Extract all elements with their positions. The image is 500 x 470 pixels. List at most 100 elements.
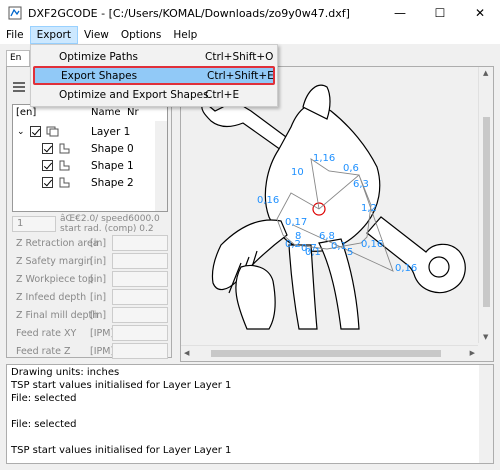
param-row: Feed rate Z [IPM] — [12, 342, 168, 360]
app-icon — [8, 6, 22, 20]
tree-row-shape[interactable]: Shape 0 — [17, 140, 167, 157]
scroll-right-icon[interactable]: ▶ — [470, 349, 475, 357]
z-safety-field[interactable] — [112, 253, 168, 269]
path-label: 0,1 — [331, 241, 347, 252]
path-label: 1,16 — [313, 153, 335, 164]
shape-checkbox[interactable] — [42, 160, 53, 171]
window-title: DXF2GCODE - [C:/Users/KOMAL/Downloads/zo… — [28, 6, 350, 20]
menu-optimize-paths[interactable]: Optimize Paths Ctrl+Shift+O — [31, 47, 277, 66]
path-label: 0,17 — [285, 217, 307, 228]
tree-scrollbar[interactable] — [155, 121, 167, 211]
param-label: Z Workpiece top — [16, 273, 94, 285]
param-unit: [in] — [90, 237, 107, 249]
maximize-button[interactable]: ☐ — [420, 0, 460, 26]
param-unit: [IPM] — [90, 327, 115, 339]
path-label: 8 — [295, 231, 301, 242]
path-label: 0,16 — [361, 239, 383, 250]
layer-tree: [en] Name Nr ⌄ Layer 1 Shape 0 Shape 1 S… — [12, 104, 168, 212]
chevron-down-icon[interactable]: ⌄ — [17, 127, 27, 137]
shape-icon — [59, 160, 70, 171]
menu-item-label: Optimize and Export Shapes — [59, 88, 209, 101]
shape-nr: 2 — [127, 176, 134, 189]
param-label: Feed rate XY — [16, 327, 77, 339]
tree-row-shape[interactable]: Shape 2 — [17, 174, 167, 191]
shape-checkbox[interactable] — [42, 143, 53, 154]
path-label: 0,16 — [395, 263, 417, 274]
param-label: Z Safety margin — [16, 255, 93, 267]
feed-xy-field[interactable] — [112, 325, 168, 341]
param-row: Z Retraction area [in] — [12, 234, 168, 252]
tree-header-en[interactable]: [en] — [16, 107, 36, 118]
feed-z-field[interactable] — [112, 343, 168, 359]
layer-name: Layer 1 — [91, 125, 131, 138]
param-row: Z Final mill depth [in] — [12, 306, 168, 324]
tab-entities[interactable]: En — [6, 50, 30, 66]
log-line: File: selected — [11, 419, 77, 430]
log-line: TSP start values initialised for Layer L… — [11, 380, 232, 391]
tree-header: [en] Name Nr — [13, 105, 167, 121]
param-row: Z Infeed depth [in] — [12, 288, 168, 306]
menu-optimize-and-export[interactable]: Optimize and Export Shapes Ctrl+E — [31, 85, 277, 104]
param-unit: [in] — [90, 273, 107, 285]
z-infeed-field[interactable] — [112, 289, 168, 305]
menu-view[interactable]: View — [78, 26, 115, 44]
tool-row: 1 âŒ€2.0/ speed6000.0 start rad. (comp) … — [12, 214, 168, 234]
menu-options[interactable]: Options — [115, 26, 168, 44]
menu-file[interactable]: File — [0, 26, 30, 44]
z-workpiece-field[interactable] — [112, 271, 168, 287]
drawing-canvas[interactable]: 1,16 10 0,6 0,16 0,17 6,3 1,2 6,8 0,2 0,… — [181, 67, 478, 345]
path-label: 0,1 — [305, 247, 321, 258]
param-row: Z Workpiece top [in] — [12, 270, 168, 288]
param-label: Z Retraction area — [16, 237, 99, 249]
path-label: 5 — [347, 247, 353, 258]
param-unit: [in] — [90, 291, 107, 303]
scroll-left-icon[interactable]: ◀ — [184, 349, 189, 357]
canvas-vscrollbar[interactable]: ▲ ▼ — [478, 67, 493, 343]
layer-icon — [46, 126, 59, 137]
message-log[interactable]: Drawing units: inches TSP start values i… — [6, 364, 494, 464]
menu-item-shortcut: Ctrl+Shift+E — [207, 69, 274, 82]
tool-spinbox[interactable]: 1 — [12, 216, 56, 232]
shape-icon — [59, 143, 70, 154]
menu-export-shapes[interactable]: Export Shapes Ctrl+Shift+E — [33, 66, 275, 85]
layer-checkbox[interactable] — [30, 126, 41, 137]
path-label: 10 — [291, 167, 304, 178]
canvas-hscroll-thumb[interactable] — [211, 350, 441, 357]
tool-info-line: start rad. (comp) 0.2 — [60, 224, 154, 234]
param-row: Feed rate XY [IPM] — [12, 324, 168, 342]
menu-bar: File Export View Options Help — [0, 26, 500, 44]
path-label: 6,3 — [353, 179, 369, 190]
menu-item-shortcut: Ctrl+Shift+O — [205, 50, 274, 63]
path-label: 1,2 — [361, 203, 377, 214]
tree-header-nr[interactable]: Nr — [127, 107, 139, 118]
param-label: Z Final mill depth — [16, 309, 99, 321]
shape-name: Shape — [91, 159, 124, 172]
scroll-up-icon[interactable]: ▲ — [483, 69, 488, 77]
z-final-field[interactable] — [112, 307, 168, 323]
z-retraction-field[interactable] — [112, 235, 168, 251]
menu-help[interactable]: Help — [167, 26, 203, 44]
scroll-down-icon[interactable]: ▼ — [483, 333, 488, 341]
param-unit: [IPM] — [90, 345, 115, 357]
minimize-button[interactable]: — — [380, 0, 420, 26]
tree-row-layer[interactable]: ⌄ Layer 1 — [17, 123, 167, 140]
list-icon[interactable] — [12, 80, 26, 94]
menu-export[interactable]: Export — [29, 26, 78, 44]
shape-name: Shape — [91, 176, 124, 189]
close-button[interactable]: ✕ — [460, 0, 500, 26]
canvas-hscrollbar[interactable]: ◀ ▶ — [181, 345, 478, 360]
log-line: Drawing units: inches — [11, 367, 120, 378]
log-scrollbar[interactable] — [479, 365, 493, 463]
canvas-vscroll-thumb[interactable] — [483, 117, 490, 307]
shape-nr: 0 — [127, 142, 134, 155]
shape-name: Shape — [91, 142, 124, 155]
tree-header-name[interactable]: Name — [91, 107, 121, 118]
shape-checkbox[interactable] — [42, 177, 53, 188]
tree-row-shape[interactable]: Shape 1 — [17, 157, 167, 174]
tool-info-line: âŒ€2.0/ speed6000.0 — [60, 214, 160, 224]
param-row: Z Safety margin [in] — [12, 252, 168, 270]
param-label: Feed rate Z — [16, 345, 71, 357]
param-unit: [in] — [90, 255, 107, 267]
shape-nr: 1 — [127, 159, 134, 172]
param-unit: [in] — [90, 309, 107, 321]
